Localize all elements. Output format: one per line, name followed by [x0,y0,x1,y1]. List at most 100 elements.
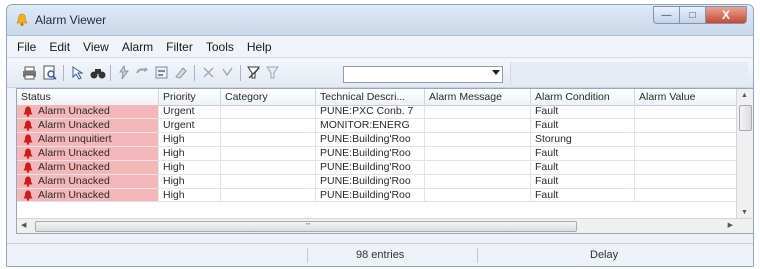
status-text: Alarm Unacked [38,119,110,131]
horizontal-scrollbar[interactable]: ◀ ''' ▶ [17,218,753,233]
horizontal-scroll-thumb[interactable]: ''' [35,221,577,232]
status-cell: Alarm Unacked [17,147,159,160]
menu-file[interactable]: File [17,40,36,54]
menu-alarm[interactable]: Alarm [122,40,153,54]
technical-description-cell: PUNE:PXC Conb. 7 [316,105,425,118]
acknowledge-icon[interactable] [115,64,132,81]
alarm-bell-icon [23,162,33,173]
toolbar-empty-area [510,62,748,84]
maximize-button[interactable]: □ [679,6,705,24]
column-header-alarm-message[interactable]: Alarm Message [425,89,531,105]
print-icon[interactable] [21,64,38,81]
alarm-value-cell [635,105,739,118]
alarm-condition-cell: Fault [531,161,635,174]
report-icon[interactable] [153,64,170,81]
status-cell: Alarm Unacked [17,189,159,201]
minimize-button[interactable]: — [653,6,679,24]
alarm-condition-cell: Fault [531,147,635,160]
scroll-left-icon[interactable]: ◀ [21,221,26,229]
menu-filter[interactable]: Filter [166,40,193,54]
category-cell [221,189,316,201]
status-text: Alarm Unacked [38,189,110,201]
table-row[interactable]: Alarm Unacked Urgent PUNE:PXC Conb. 7 Fa… [17,105,739,119]
edit-filter-icon[interactable] [264,64,281,81]
window-title: Alarm Viewer [35,13,107,27]
close-button[interactable]: X [705,6,747,24]
table-row[interactable]: Alarm unquitiert High PUNE:Building'Roo … [17,133,739,147]
status-cell: Alarm Unacked [17,175,159,188]
menu-view[interactable]: View [83,40,109,54]
alarm-bell-icon [23,120,33,131]
priority-cell: Urgent [159,119,221,132]
table-row[interactable]: Alarm Unacked High PUNE:Building'Roo Fau… [17,161,739,175]
selection-icon[interactable] [69,64,86,81]
alarm-bell-icon [23,134,33,145]
menu-tools[interactable]: Tools [206,40,234,54]
category-cell [221,119,316,132]
alarm-value-cell [635,119,739,132]
table-row[interactable]: Alarm Unacked Urgent MONITOR:ENERG Fault [17,119,739,133]
category-cell [221,105,316,118]
priority-cell: High [159,147,221,160]
status-cell: Alarm Unacked [17,161,159,174]
column-header-category[interactable]: Category [221,89,316,105]
alarm-condition-cell: Storung [531,133,635,146]
alarm-condition-cell: Fault [531,119,635,132]
refresh-icon[interactable] [134,64,151,81]
alarm-value-cell [635,147,739,160]
column-header-alarm-condition[interactable]: Alarm Condition [531,89,635,105]
scroll-down-icon[interactable]: ▼ [741,209,748,216]
menu-bar: File Edit View Alarm Filter Tools Help [7,36,753,58]
entries-count: 98 entries [356,249,405,261]
scroll-up-icon[interactable]: ▲ [741,92,748,99]
title-bar[interactable]: Alarm Viewer — □ X [7,5,753,36]
alarm-message-cell [425,161,531,174]
alarm-viewer-window: Alarm Viewer — □ X File Edit View Alarm … [6,4,754,267]
toolbar-separator [240,65,241,81]
chevron-down-icon[interactable] [492,70,500,75]
category-cell [221,147,316,160]
alarm-value-cell [635,175,739,188]
alarm-condition-cell: Fault [531,175,635,188]
alarm-bell-icon [23,190,33,201]
alarm-message-cell [425,175,531,188]
column-header-priority[interactable]: Priority [159,89,221,105]
priority-cell: High [159,161,221,174]
find-icon[interactable] [89,64,106,81]
toolbar-separator [110,65,111,81]
priority-cell: High [159,175,221,188]
status-text: Alarm Unacked [38,105,110,117]
statusbar-divider [477,248,478,263]
grid-header: Status Priority Category Technical Descr… [17,89,753,106]
vertical-scrollbar[interactable]: ▲ ▼ [736,89,753,219]
column-header-alarm-value[interactable]: Alarm Value [635,89,739,105]
status-text: Alarm Unacked [38,161,110,173]
toolbar-separator [194,65,195,81]
clear-icon[interactable] [172,64,189,81]
alarm-bell-icon [23,176,33,187]
filter-icon[interactable] [245,64,262,81]
menu-edit[interactable]: Edit [49,40,70,54]
technical-description-cell: MONITOR:ENERG [316,119,425,132]
vertical-scroll-thumb[interactable] [739,105,752,131]
mute-icon[interactable] [200,64,217,81]
alarm-grid[interactable]: Status Priority Category Technical Descr… [16,88,753,234]
column-header-status[interactable]: Status [17,89,159,105]
unmute-icon[interactable] [219,64,236,81]
scroll-right-icon[interactable]: ▶ [728,221,733,229]
menu-help[interactable]: Help [247,40,272,54]
print-preview-icon[interactable] [41,64,58,81]
column-header-technical-description[interactable]: Technical Descri... [316,89,425,105]
status-bar: 98 entries Delay [7,243,753,266]
table-row[interactable]: Alarm Unacked High PUNE:Building'Roo Fau… [17,189,737,202]
status-cell: Alarm unquitiert [17,133,159,146]
table-row[interactable]: Alarm Unacked High PUNE:Building'Roo Fau… [17,147,739,161]
delay-status: Delay [590,249,619,261]
filter-dropdown[interactable] [343,66,503,83]
category-cell [221,133,316,146]
priority-cell: Urgent [159,105,221,118]
alarm-bell-icon [23,106,33,117]
table-row[interactable]: Alarm Unacked High PUNE:Building'Roo Fau… [17,175,739,189]
alarm-value-cell [635,189,737,201]
technical-description-cell: PUNE:Building'Roo [316,161,425,174]
